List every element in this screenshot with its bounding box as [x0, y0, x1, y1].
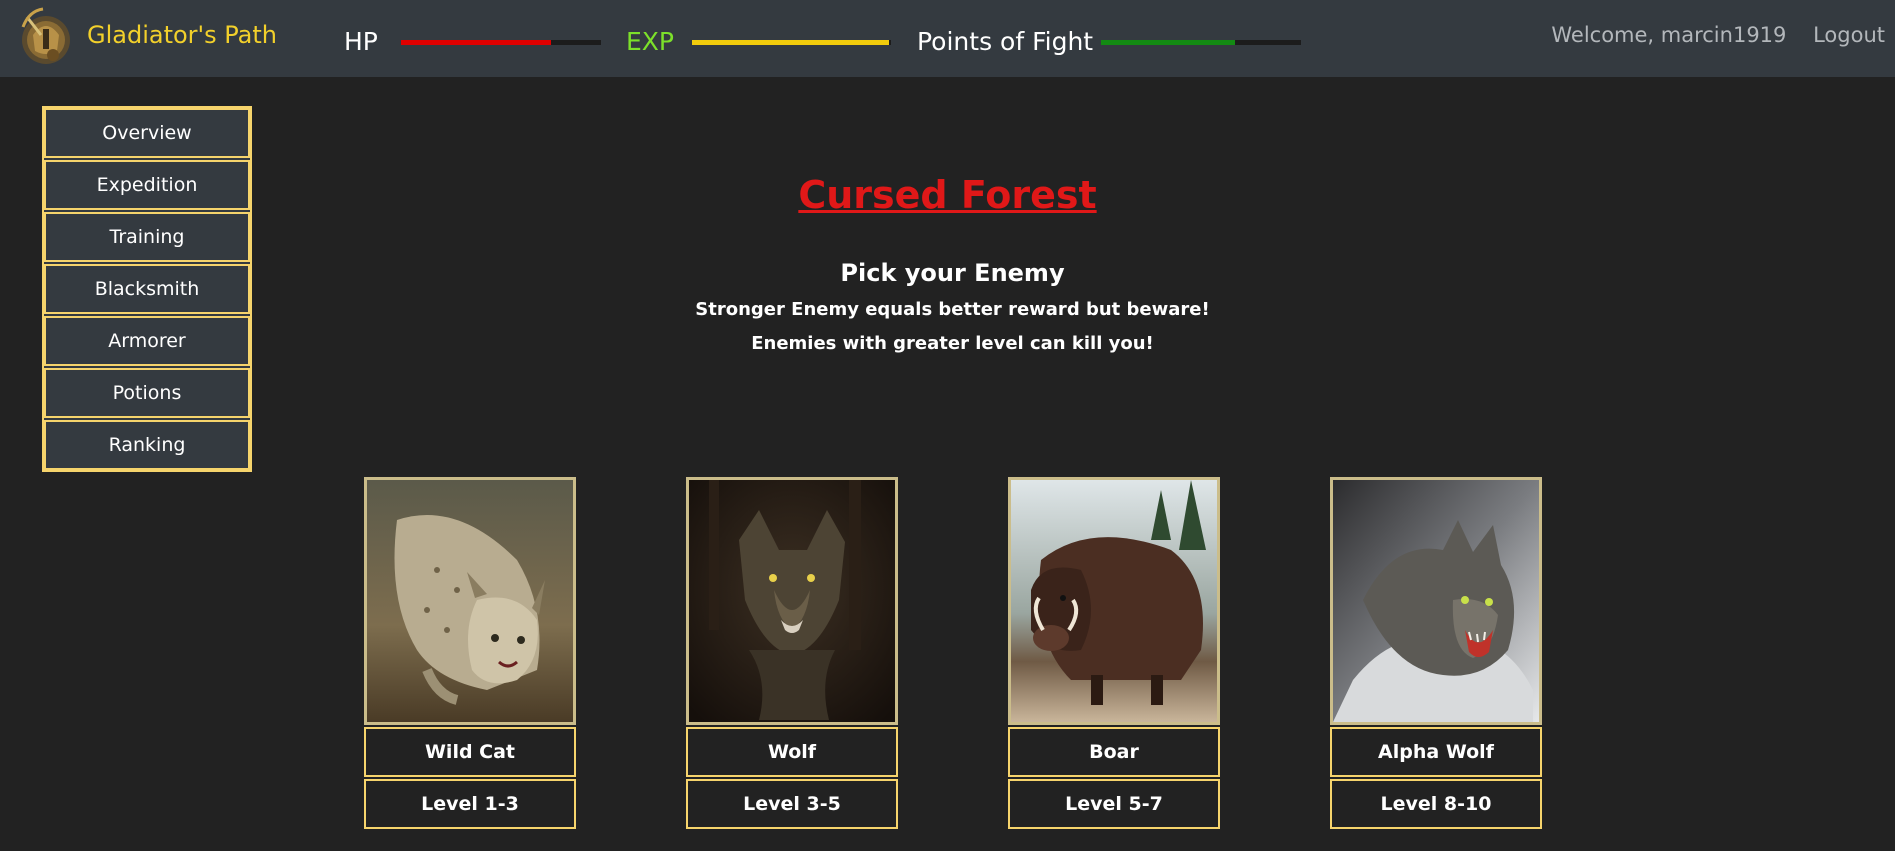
fight-points-label: Points of Fight	[917, 27, 1094, 56]
exp-bar	[692, 40, 891, 45]
wolf-portrait-icon[interactable]	[686, 477, 898, 725]
enemy-name: Boar	[1008, 727, 1220, 777]
sidebar-item-ranking[interactable]: Ranking	[44, 420, 250, 470]
gladiator-logo-icon[interactable]	[13, 5, 79, 71]
user-area: Welcome, marcin1919 Logout	[1551, 23, 1885, 47]
top-navbar: Gladiator's Path HP EXP Points of Fight …	[0, 0, 1895, 77]
warning-text-2: Enemies with greater level can kill you!	[751, 333, 1154, 354]
hp-bar	[401, 40, 601, 45]
enemy-card-alpha-wolf[interactable]: Alpha Wolf Level 8-10	[1330, 477, 1542, 829]
warning-text-1: Stronger Enemy equals better reward but …	[695, 299, 1210, 320]
exp-bar-fill	[692, 40, 889, 45]
logout-link[interactable]: Logout	[1813, 23, 1885, 47]
sidebar-item-overview[interactable]: Overview	[44, 108, 250, 158]
enemy-name: Wild Cat	[364, 727, 576, 777]
fight-points-bar-fill	[1101, 40, 1235, 45]
enemy-card-boar[interactable]: Boar Level 5-7	[1008, 477, 1220, 829]
sidebar-menu: Overview Expedition Training Blacksmith …	[42, 106, 252, 472]
alpha-wolf-portrait-icon[interactable]	[1330, 477, 1542, 725]
enemy-name: Alpha Wolf	[1330, 727, 1542, 777]
hp-bar-fill	[401, 40, 551, 45]
fight-points-bar	[1101, 40, 1301, 45]
enemy-level: Level 3-5	[686, 779, 898, 829]
enemy-card-wolf[interactable]: Wolf Level 3-5	[686, 477, 898, 829]
enemy-level: Level 8-10	[1330, 779, 1542, 829]
sidebar-item-potions[interactable]: Potions	[44, 368, 250, 418]
enemy-level: Level 5-7	[1008, 779, 1220, 829]
welcome-text[interactable]: Welcome, marcin1919	[1551, 23, 1786, 47]
brand-title[interactable]: Gladiator's Path	[87, 20, 277, 50]
hp-label: HP	[344, 27, 378, 56]
pick-enemy-heading: Pick your Enemy	[840, 259, 1065, 287]
enemy-card-wild-cat[interactable]: Wild Cat Level 1-3	[364, 477, 576, 829]
lynx-portrait-icon[interactable]	[364, 477, 576, 725]
enemy-level: Level 1-3	[364, 779, 576, 829]
boar-portrait-icon[interactable]	[1008, 477, 1220, 725]
page-title: Cursed Forest	[798, 173, 1097, 217]
exp-label: EXP	[626, 27, 674, 56]
enemy-name: Wolf	[686, 727, 898, 777]
